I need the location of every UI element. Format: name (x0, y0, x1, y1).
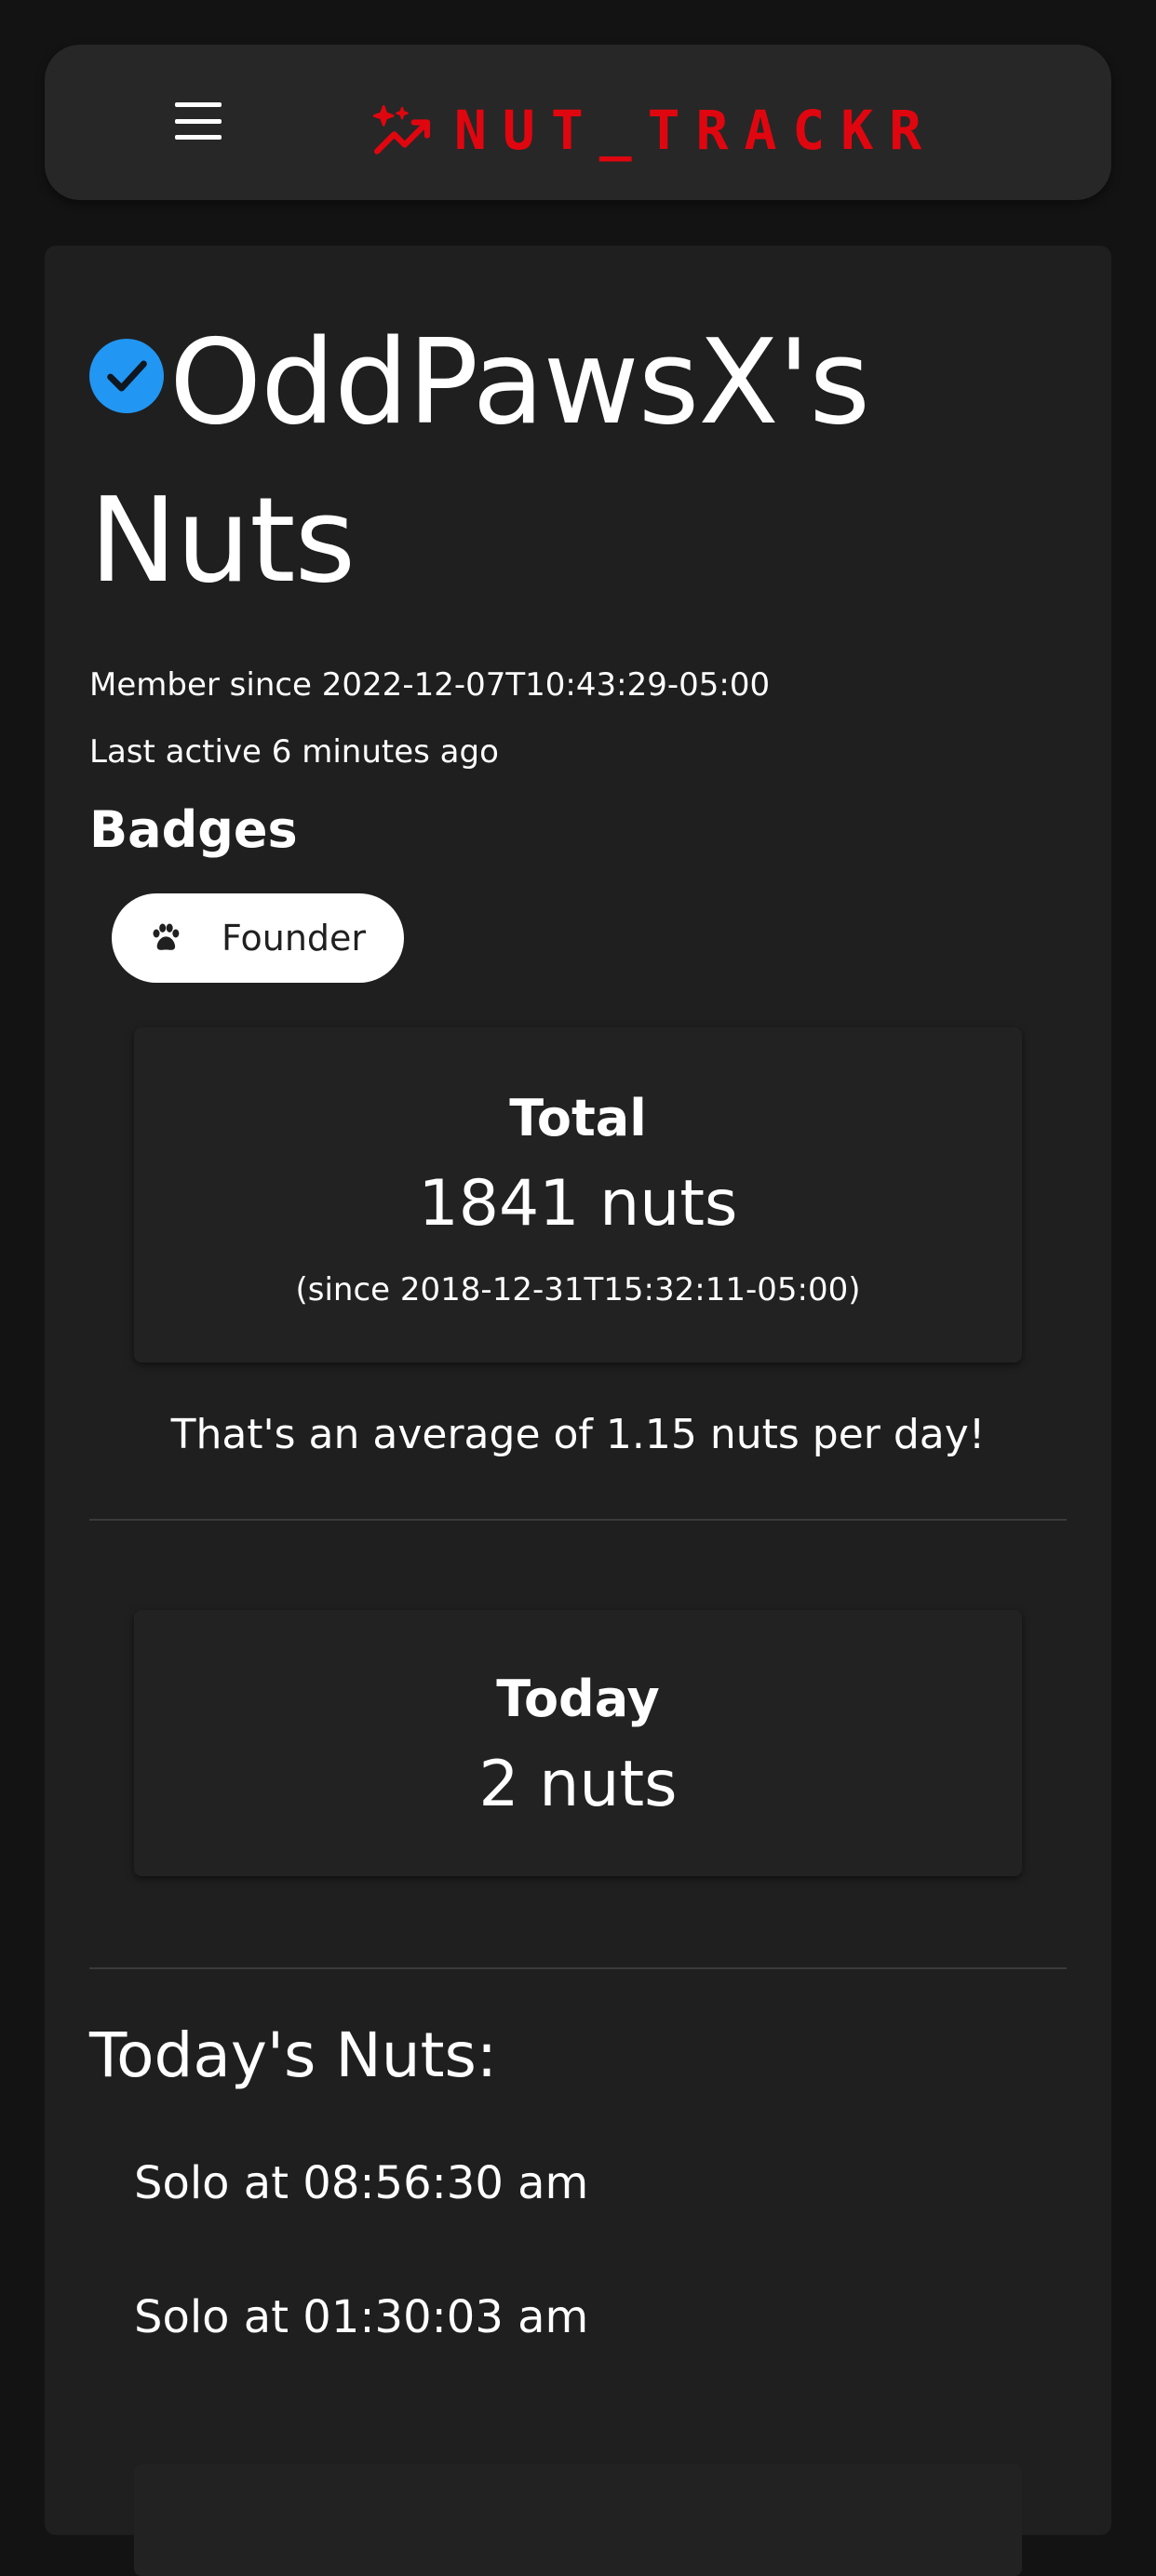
next-card-partial (134, 2464, 1022, 2576)
brand-logo-link[interactable]: NUT_TRACKR (370, 99, 937, 162)
section-divider (89, 1967, 1067, 1969)
list-item: Solo at 01:30:03 am (134, 2291, 589, 2343)
brand-name: NUT_TRACKR (454, 99, 938, 162)
total-since-text: (since 2018-12-31T15:32:11-05:00) (295, 1271, 861, 1308)
last-active-text: Last active 6 minutes ago (89, 733, 499, 771)
menu-bar-line (175, 102, 222, 107)
paw-icon (153, 923, 180, 950)
sparkle-chart-icon (372, 105, 431, 154)
total-stat-card: Total 1841 nuts (since 2018-12-31T15:32:… (134, 1027, 1022, 1362)
hamburger-menu-icon[interactable] (156, 93, 240, 149)
badge-label: Founder (222, 918, 367, 959)
today-value: 2 nuts (478, 1748, 678, 1821)
menu-bar-line (175, 118, 222, 124)
verified-check-icon (89, 339, 164, 413)
top-app-bar: NUT_TRACKR (45, 45, 1111, 200)
page-title: OddPawsX's Nuts (89, 303, 1057, 620)
todays-nuts-heading: Today's Nuts: (89, 2019, 498, 2091)
profile-title-text: OddPawsX's Nuts (89, 314, 870, 609)
profile-card: OddPawsX's Nuts Member since 2022-12-07T… (45, 246, 1111, 2576)
today-label: Today (496, 1670, 660, 1728)
total-value: 1841 nuts (418, 1167, 738, 1241)
section-divider (89, 1519, 1067, 1521)
menu-bar-line (175, 135, 222, 140)
total-label: Total (509, 1089, 647, 1147)
member-since-text: Member since 2022-12-07T10:43:29-05:00 (89, 666, 771, 704)
badges-heading: Badges (89, 800, 298, 859)
today-stat-card: Today 2 nuts (134, 1610, 1022, 1876)
average-text: That's an average of 1.15 nuts per day! (170, 1411, 986, 1458)
badge-founder[interactable]: Founder (112, 893, 404, 983)
list-item: Solo at 08:56:30 am (134, 2157, 589, 2209)
